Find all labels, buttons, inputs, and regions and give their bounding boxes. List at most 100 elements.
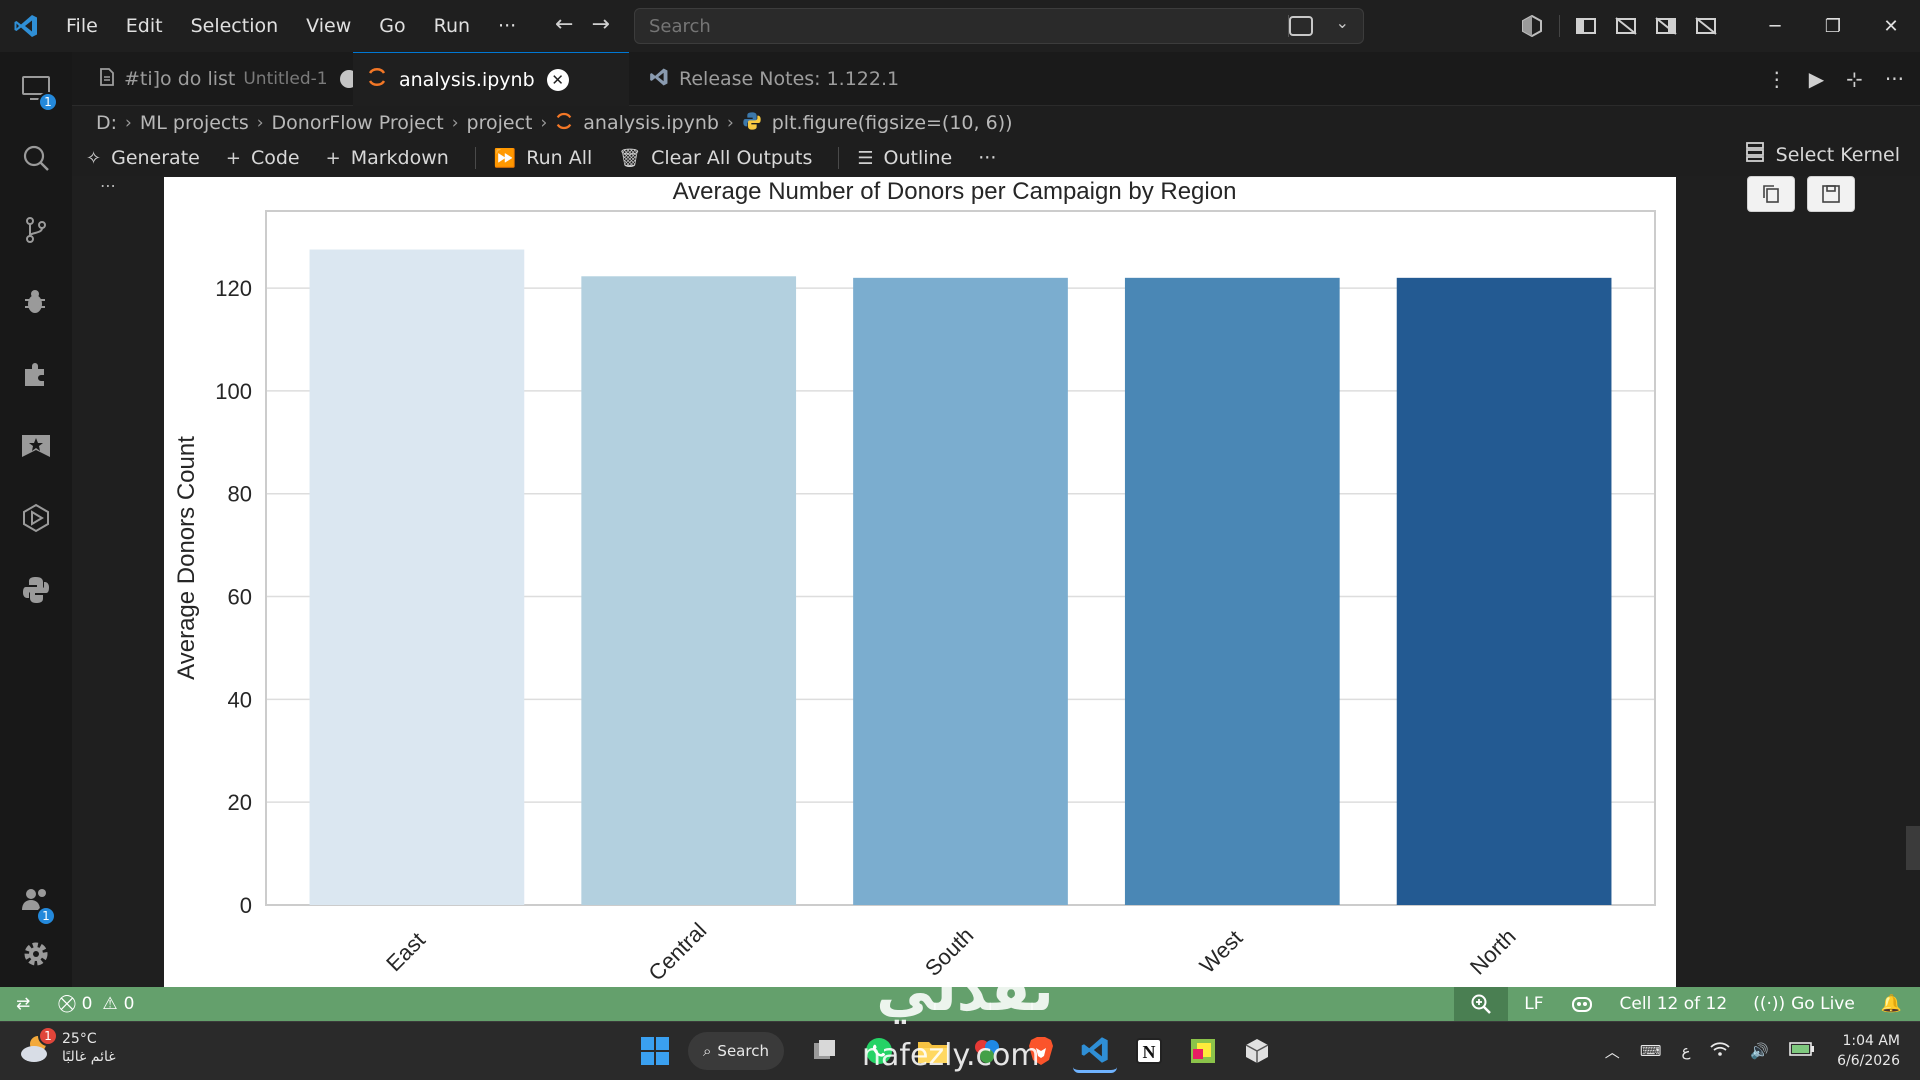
search-icon[interactable]	[0, 128, 72, 188]
x-tick-label: West	[1195, 925, 1248, 978]
divider	[474, 147, 476, 169]
toggle-panel-icon[interactable]	[1606, 0, 1646, 52]
testing-icon[interactable]	[0, 488, 72, 548]
accounts-live-share-icon[interactable]: 1	[0, 870, 72, 930]
close-window-icon[interactable]: ✕	[1862, 0, 1920, 52]
copilot-status-icon[interactable]	[1570, 994, 1594, 1014]
keyboard-icon[interactable]: ⌨	[1640, 1042, 1662, 1060]
breadcrumb-ml-projects[interactable]: ML projects	[140, 112, 249, 134]
volume-icon[interactable]: 🔊	[1750, 1042, 1769, 1060]
bookmarks-icon[interactable]	[0, 416, 72, 476]
menu-selection[interactable]: Selection	[177, 0, 293, 52]
tab-label: Release Notes: 1.122.1	[679, 68, 900, 90]
python-icon[interactable]	[0, 560, 72, 620]
battery-icon[interactable]	[1789, 1042, 1815, 1060]
remote-explorer-icon[interactable]: 1	[0, 58, 72, 118]
remote-indicator-icon[interactable]: ⇄	[16, 994, 30, 1014]
add-markdown-button[interactable]: + Markdown	[326, 147, 449, 169]
run-all-button[interactable]: ⏩ Run All	[494, 147, 592, 169]
task-view-icon[interactable]	[803, 1029, 847, 1073]
extensions-icon[interactable]	[0, 344, 72, 404]
save-output-button[interactable]	[1807, 176, 1855, 212]
menu-more[interactable]: ···	[484, 0, 530, 52]
close-tab-icon[interactable]: ✕	[546, 68, 569, 91]
toggle-sidebar-icon[interactable]	[1566, 0, 1606, 52]
copilot-chat-icon[interactable]	[1289, 16, 1313, 36]
notion-icon[interactable]: N	[1127, 1029, 1171, 1073]
toolbar-more-button[interactable]: ···	[978, 147, 996, 169]
breadcrumb-notebook[interactable]: analysis.ipynb	[583, 112, 719, 134]
windows-start-icon[interactable]	[633, 1029, 677, 1073]
y-tick-label: 120	[215, 276, 252, 301]
tab-analysis-ipynb[interactable]: analysis.ipynb ✕	[353, 52, 629, 106]
taskbar-search-button[interactable]: ⌕ Search	[688, 1032, 784, 1070]
x-tick-label: South	[920, 923, 978, 981]
back-arrow-icon[interactable]: ←	[555, 12, 573, 37]
menu-file[interactable]: File	[52, 0, 112, 52]
app-colorful-icon[interactable]	[965, 1029, 1009, 1073]
zoom-icon[interactable]	[1454, 987, 1509, 1021]
command-center[interactable]: ⌄	[634, 8, 1364, 44]
title-bar-right: ─ ❐ ✕	[1512, 0, 1920, 52]
box-app-icon[interactable]	[1235, 1029, 1279, 1073]
vertical-scrollbar[interactable]	[1906, 826, 1920, 870]
weather-widget[interactable]: 1 25°C غائم غالبًا	[18, 1026, 116, 1066]
problems-indicator[interactable]: ⛒ 0 ⚠ 0	[58, 994, 134, 1014]
chevron-right-icon: ›	[451, 113, 459, 133]
cell-more-icon[interactable]: ⋯	[100, 176, 116, 195]
cell-indicator[interactable]: Cell 12 of 12	[1620, 994, 1728, 1014]
outline-button[interactable]: ☰ Outline	[857, 147, 952, 169]
split-editor-icon[interactable]: ⊹	[1846, 67, 1863, 91]
run-debug-icon[interactable]	[0, 272, 72, 332]
clear-outputs-label: Clear All Outputs	[651, 147, 813, 169]
generate-button[interactable]: ✧ Generate	[86, 147, 200, 169]
menu-view[interactable]: View	[292, 0, 365, 52]
breadcrumb-donorflow[interactable]: DonorFlow Project	[272, 112, 444, 134]
chevron-right-icon: ›	[256, 113, 264, 133]
language-indicator[interactable]: ع	[1681, 1042, 1690, 1060]
toggle-secondary-sidebar-icon[interactable]	[1646, 0, 1686, 52]
wifi-icon[interactable]	[1710, 1041, 1731, 1061]
breadcrumb-project[interactable]: project	[467, 112, 533, 134]
vscode-taskbar-icon[interactable]	[1073, 1029, 1117, 1073]
save-icon	[1822, 185, 1840, 203]
add-code-button[interactable]: + Code	[226, 147, 300, 169]
source-control-icon[interactable]	[0, 200, 72, 260]
notifications-bell-icon[interactable]: 🔔	[1881, 994, 1902, 1014]
show-hidden-icons-chevron-icon[interactable]: ︿	[1605, 1041, 1620, 1062]
divider	[1552, 0, 1566, 52]
breadcrumb-drive[interactable]: D:	[96, 112, 117, 134]
forward-arrow-icon[interactable]: →	[591, 12, 609, 37]
accounts-badge: 1	[36, 906, 56, 926]
manage-gear-icon[interactable]	[0, 924, 72, 984]
run-play-icon[interactable]: ▶	[1809, 67, 1824, 91]
copy-output-button[interactable]	[1747, 176, 1795, 212]
go-live-label: Go Live	[1791, 994, 1855, 1014]
kebab-menu-icon[interactable]: ⋮	[1767, 67, 1787, 91]
chevron-down-icon[interactable]: ⌄	[1336, 13, 1349, 32]
eol-indicator[interactable]: LF	[1524, 994, 1543, 1014]
breadcrumb: D: › ML projects › DonorFlow Project › p…	[96, 108, 1021, 138]
sticky-app-icon[interactable]	[1181, 1029, 1225, 1073]
copy-icon	[1763, 185, 1779, 203]
minimize-icon[interactable]: ─	[1746, 0, 1804, 52]
brave-browser-icon[interactable]	[1019, 1029, 1063, 1073]
go-live-button[interactable]: ((·)) Go Live	[1753, 994, 1855, 1014]
command-search-input[interactable]	[635, 9, 1275, 43]
menu-go[interactable]: Go	[365, 0, 419, 52]
tab-release-notes[interactable]: Release Notes: 1.122.1	[635, 52, 913, 106]
clear-outputs-button[interactable]: 🗑 Clear All Outputs	[618, 147, 812, 169]
breadcrumb-cell-symbol[interactable]: plt.figure(figsize=(10, 6))	[772, 112, 1013, 134]
customize-layout-icon[interactable]	[1686, 0, 1726, 52]
menu-run[interactable]: Run	[420, 0, 484, 52]
accounts-shield-icon[interactable]	[1512, 0, 1552, 52]
weather-cloud-icon: 1	[18, 1026, 58, 1066]
more-actions-icon[interactable]: ···	[1885, 67, 1904, 91]
tab-todo-list[interactable]: #ti]o do list Untitled-1	[86, 52, 372, 106]
menu-edit[interactable]: Edit	[112, 0, 177, 52]
clock[interactable]: 1:04 AM 6/6/2026	[1837, 1031, 1900, 1071]
select-kernel-button[interactable]: Select Kernel	[1745, 142, 1900, 167]
file-explorer-icon[interactable]	[911, 1029, 955, 1073]
restore-icon[interactable]: ❐	[1804, 0, 1862, 52]
whatsapp-icon[interactable]	[857, 1029, 901, 1073]
